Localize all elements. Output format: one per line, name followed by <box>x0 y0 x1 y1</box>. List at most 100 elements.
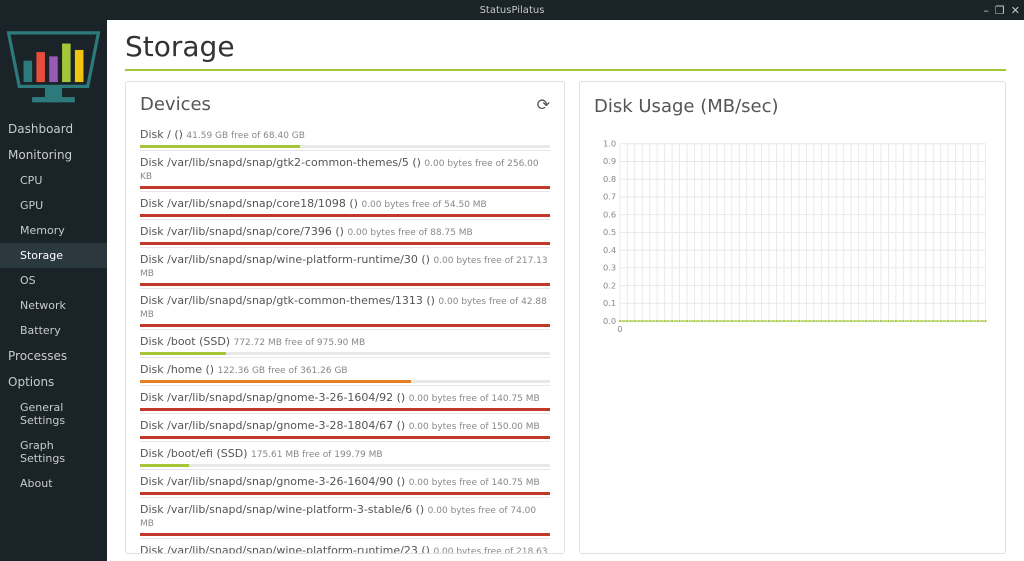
device-usage-fill <box>140 324 550 327</box>
device-usage-bar <box>140 352 550 355</box>
device-label: Disk /var/lib/snapd/snap/wine-platform-r… <box>140 253 433 266</box>
svg-text:0.2: 0.2 <box>603 280 616 290</box>
sidebar-item-label: Memory <box>20 224 65 237</box>
device-label: Disk /var/lib/snapd/snap/wine-platform-r… <box>140 544 433 553</box>
device-label: Disk /home () <box>140 363 218 376</box>
device-label: Disk /var/lib/snapd/snap/gnome-3-26-1604… <box>140 391 409 404</box>
sidebar-item-memory[interactable]: Memory <box>0 218 107 243</box>
svg-text:0.6: 0.6 <box>603 209 616 219</box>
device-bytes: 0.00 bytes free of 140.75 MB <box>409 478 540 488</box>
device-usage-fill <box>140 380 411 383</box>
devices-card-title: Devices <box>140 94 211 115</box>
device-bytes: 0.00 bytes free of 140.75 MB <box>409 394 540 404</box>
device-usage-fill <box>140 464 189 467</box>
device-row: Disk /var/lib/snapd/snap/gnome-3-26-1604… <box>140 385 550 413</box>
sidebar-item-storage[interactable]: Storage <box>0 243 107 268</box>
sidebar-item-label: Graph Settings <box>20 439 65 465</box>
sidebar-item-network[interactable]: Network <box>0 293 107 318</box>
window-maximize-button[interactable]: ❐ <box>995 4 1005 17</box>
device-label: Disk /var/lib/snapd/snap/gtk2-common-the… <box>140 156 424 169</box>
sidebar-item-about[interactable]: About <box>0 471 107 496</box>
window-minimize-button[interactable]: – <box>983 4 989 17</box>
svg-text:1.0: 1.0 <box>603 139 616 149</box>
device-bytes: 0.00 bytes free of 88.75 MB <box>347 228 472 238</box>
sidebar-item-label: Storage <box>20 249 63 262</box>
svg-text:0.1: 0.1 <box>603 298 616 308</box>
sidebar-item-gpu[interactable]: GPU <box>0 193 107 218</box>
device-usage-fill <box>140 242 550 245</box>
device-bytes: 122.36 GB free of 361.26 GB <box>218 366 348 376</box>
sidebar-item-label: GPU <box>20 199 43 212</box>
disk-usage-chart: 0.00.10.20.30.40.50.60.70.80.91.00 <box>594 127 991 347</box>
sidebar-item-label: Battery <box>20 324 61 337</box>
sidebar-item-label: OS <box>20 274 36 287</box>
device-list[interactable]: Disk / () 41.59 GB free of 68.40 GBDisk … <box>126 123 564 553</box>
svg-text:0.9: 0.9 <box>603 156 616 166</box>
device-row: Disk /var/lib/snapd/snap/gtk-common-them… <box>140 288 550 329</box>
device-label: Disk /var/lib/snapd/snap/gnome-3-28-1804… <box>140 419 409 432</box>
sidebar-item-options[interactable]: Options <box>0 369 107 395</box>
device-row: Disk /var/lib/snapd/snap/wine-platform-3… <box>140 497 550 538</box>
device-row: Disk / () 41.59 GB free of 68.40 GB <box>140 123 550 150</box>
device-label: Disk /boot (SSD) <box>140 335 234 348</box>
devices-card: Devices ⟳ Disk / () 41.59 GB free of 68.… <box>125 81 565 554</box>
device-row: Disk /var/lib/snapd/snap/core18/1098 () … <box>140 191 550 219</box>
device-row: Disk /var/lib/snapd/snap/gnome-3-26-1604… <box>140 469 550 497</box>
device-usage-fill <box>140 352 226 355</box>
sidebar-item-general-settings[interactable]: General Settings <box>0 395 107 433</box>
sidebar-item-graph-settings[interactable]: Graph Settings <box>0 433 107 471</box>
device-row: Disk /var/lib/snapd/snap/gnome-3-28-1804… <box>140 413 550 441</box>
sidebar-item-processes[interactable]: Processes <box>0 343 107 369</box>
device-row: Disk /var/lib/snapd/snap/wine-platform-r… <box>140 247 550 288</box>
device-usage-bar <box>140 283 550 286</box>
refresh-icon[interactable]: ⟳ <box>537 95 550 114</box>
window-titlebar: StatusPilatus – ❐ ✕ <box>0 0 1024 20</box>
device-usage-bar <box>140 436 550 439</box>
device-bytes: 0.00 bytes free of 54.50 MB <box>361 200 486 210</box>
device-row: Disk /boot/efi (SSD) 175.61 MB free of 1… <box>140 441 550 469</box>
device-row: Disk /var/lib/snapd/snap/wine-platform-r… <box>140 538 550 553</box>
window-close-button[interactable]: ✕ <box>1011 4 1020 17</box>
device-label: Disk /var/lib/snapd/snap/core/7396 () <box>140 225 347 238</box>
device-usage-bar <box>140 492 550 495</box>
main-content: Storage Devices ⟳ Disk / () 41.59 GB fre… <box>107 20 1024 561</box>
svg-text:0.7: 0.7 <box>603 192 616 202</box>
device-row: Disk /home () 122.36 GB free of 361.26 G… <box>140 357 550 385</box>
chart-title: Disk Usage (MB/sec) <box>594 96 991 117</box>
sidebar-nav: Dashboard Monitoring CPU GPU Memory Storage OS… <box>0 116 107 496</box>
sidebar-item-label: Network <box>20 299 66 312</box>
device-usage-bar <box>140 145 550 148</box>
device-usage-fill <box>140 436 550 439</box>
app-logo <box>0 20 107 116</box>
device-row: Disk /var/lib/snapd/snap/core/7396 () 0.… <box>140 219 550 247</box>
sidebar-item-label: Monitoring <box>8 148 72 162</box>
sidebar-item-dashboard[interactable]: Dashboard <box>0 116 107 142</box>
svg-text:0.4: 0.4 <box>603 245 616 255</box>
svg-text:0.5: 0.5 <box>603 227 616 237</box>
device-usage-bar <box>140 324 550 327</box>
svg-text:0: 0 <box>617 324 622 334</box>
page-title: Storage <box>107 20 1024 69</box>
device-usage-fill <box>140 283 550 286</box>
device-label: Disk / () <box>140 128 186 141</box>
device-usage-fill <box>140 214 550 217</box>
sidebar-item-monitoring[interactable]: Monitoring <box>0 142 107 168</box>
device-label: Disk /var/lib/snapd/snap/core18/1098 () <box>140 197 361 210</box>
device-usage-bar <box>140 214 550 217</box>
sidebar-item-os[interactable]: OS <box>0 268 107 293</box>
device-usage-fill <box>140 533 550 536</box>
sidebar-item-battery[interactable]: Battery <box>0 318 107 343</box>
sidebar-item-label: General Settings <box>20 401 65 427</box>
sidebar-item-cpu[interactable]: CPU <box>0 168 107 193</box>
sidebar-item-label: CPU <box>20 174 42 187</box>
device-label: Disk /boot/efi (SSD) <box>140 447 251 460</box>
device-bytes: 41.59 GB free of 68.40 GB <box>186 131 305 141</box>
device-usage-fill <box>140 408 550 411</box>
sidebar-item-label: Dashboard <box>8 122 73 136</box>
device-usage-fill <box>140 492 550 495</box>
device-usage-bar <box>140 380 550 383</box>
sidebar: Dashboard Monitoring CPU GPU Memory Storage OS… <box>0 20 107 561</box>
sidebar-item-label: Options <box>8 375 54 389</box>
device-usage-fill <box>140 186 550 189</box>
sidebar-item-label: Processes <box>8 349 67 363</box>
